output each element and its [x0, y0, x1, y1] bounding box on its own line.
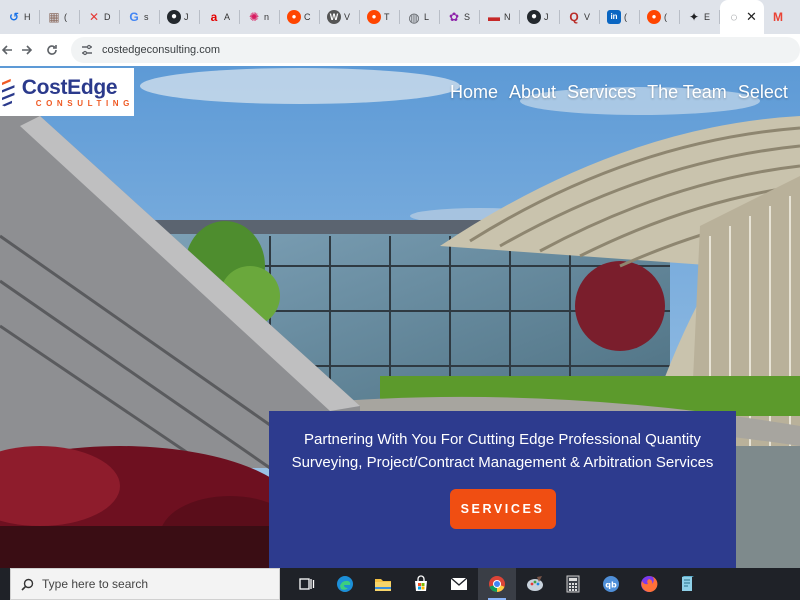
tab-1[interactable]: ▦( [40, 0, 80, 34]
site-logo[interactable]: CostEdge CONSULTING [0, 68, 134, 116]
nav-the-team[interactable]: The Team [647, 82, 727, 103]
browser-tab-strip: ↺ H ▦( ✕ D Gs ● J aA ✺ n ● C WV ● T ◍ L ✿ S ▬ N ●… [0, 0, 800, 34]
tab-12[interactable]: ▬ N [480, 0, 520, 34]
task-view-icon[interactable] [288, 568, 326, 600]
tab-3[interactable]: Gs [120, 0, 160, 34]
web-page: CostEdge CONSULTING Home About Services … [0, 66, 800, 568]
taskbar-search[interactable]: Type here to search [10, 568, 280, 600]
browser-toolbar: costedgeconsulting.com [0, 34, 800, 66]
address-bar[interactable]: costedgeconsulting.com [71, 37, 800, 63]
tab-4[interactable]: ● J [160, 0, 200, 34]
x-icon: ✕ [88, 10, 100, 24]
nav-services[interactable]: Services [567, 82, 636, 103]
tab-2[interactable]: ✕ D [80, 0, 120, 34]
store-icon[interactable] [402, 568, 440, 600]
linkedin-icon: in [607, 10, 621, 24]
tab-15[interactable]: in( [600, 0, 640, 34]
main-nav: Home About Services The Team Select [450, 82, 799, 103]
google-icon: G [129, 10, 139, 24]
tab-11[interactable]: ✿ S [440, 0, 480, 34]
hero-cta-box: Partnering With You For Cutting Edge Pro… [269, 411, 736, 568]
gmail-icon: M [773, 10, 783, 24]
chrome-icon[interactable] [478, 568, 516, 600]
logo-tagline: CONSULTING [35, 98, 134, 108]
taskbar-search-placeholder: Type here to search [42, 577, 149, 591]
tab-17[interactable]: ✦ E [680, 0, 720, 34]
file-explorer-icon[interactable] [364, 568, 402, 600]
tab-13[interactable]: ● J [520, 0, 560, 34]
notepad-icon[interactable] [668, 568, 706, 600]
reddit-icon: ● [367, 10, 381, 24]
forward-button[interactable] [14, 37, 40, 63]
react-icon: ✺ [248, 10, 260, 24]
app-icon: ✿ [448, 10, 460, 24]
qbittorrent-icon[interactable]: qb [592, 568, 630, 600]
windows-taskbar: Type here to search qb [0, 568, 800, 600]
tab-7[interactable]: ● C [280, 0, 320, 34]
flag-icon: ▬ [488, 10, 500, 24]
back-button[interactable] [0, 37, 14, 63]
calculator-icon[interactable] [554, 568, 592, 600]
quora-icon: Q [569, 10, 579, 24]
nav-about[interactable]: About [509, 82, 556, 103]
firefox-icon[interactable] [630, 568, 668, 600]
taskbar-apps: qb [288, 568, 706, 600]
compass-icon: ✦ [688, 10, 700, 24]
address-url[interactable]: costedgeconsulting.com [102, 44, 220, 56]
hero-tagline: Partnering With You For Cutting Edge Pro… [291, 431, 714, 471]
site-info-icon[interactable] [81, 44, 93, 56]
tab-9[interactable]: ● T [360, 0, 400, 34]
tab-14[interactable]: QV [560, 0, 600, 34]
nav-home[interactable]: Home [450, 82, 498, 103]
tab-8[interactable]: WV [320, 0, 360, 34]
tab-5[interactable]: aA [200, 0, 240, 34]
close-tab-icon[interactable]: ✕ [746, 9, 757, 25]
globe-icon: ◍ [408, 9, 420, 25]
logo-name: CostEdge [21, 75, 118, 99]
search-icon [21, 578, 34, 591]
wordpress-icon: W [327, 10, 341, 24]
reload-icon [47, 45, 57, 55]
mail-icon[interactable] [440, 568, 478, 600]
tab-0[interactable]: ↺ H [0, 0, 40, 34]
edge-icon[interactable] [326, 568, 364, 600]
airtel-icon: a [210, 10, 218, 24]
history-icon: ↺ [8, 10, 20, 24]
svg-text:qb: qb [605, 581, 617, 590]
paint-icon[interactable] [516, 568, 554, 600]
tab-active[interactable]: ◌ ✕ [720, 0, 764, 34]
tab-10[interactable]: ◍ L [400, 0, 440, 34]
logo-text: CostEdge CONSULTING [22, 77, 134, 108]
logo-mark-icon [2, 78, 15, 107]
gallery-icon: ▦ [48, 10, 60, 24]
tab-gmail[interactable]: M [764, 0, 800, 34]
github-icon: ● [167, 10, 181, 24]
reload-button[interactable] [39, 37, 65, 63]
reddit-icon: ● [647, 10, 661, 24]
github-icon: ● [527, 10, 541, 24]
forward-arrow-icon [21, 45, 32, 55]
tab-6[interactable]: ✺ n [240, 0, 280, 34]
generic-tab-icon: ◌ [730, 10, 738, 24]
tab-16[interactable]: ●( [640, 0, 680, 34]
back-arrow-icon [1, 45, 12, 55]
nav-select[interactable]: Select [738, 82, 788, 103]
reddit-icon: ● [287, 10, 301, 24]
services-button[interactable]: SERVICES [449, 489, 556, 529]
